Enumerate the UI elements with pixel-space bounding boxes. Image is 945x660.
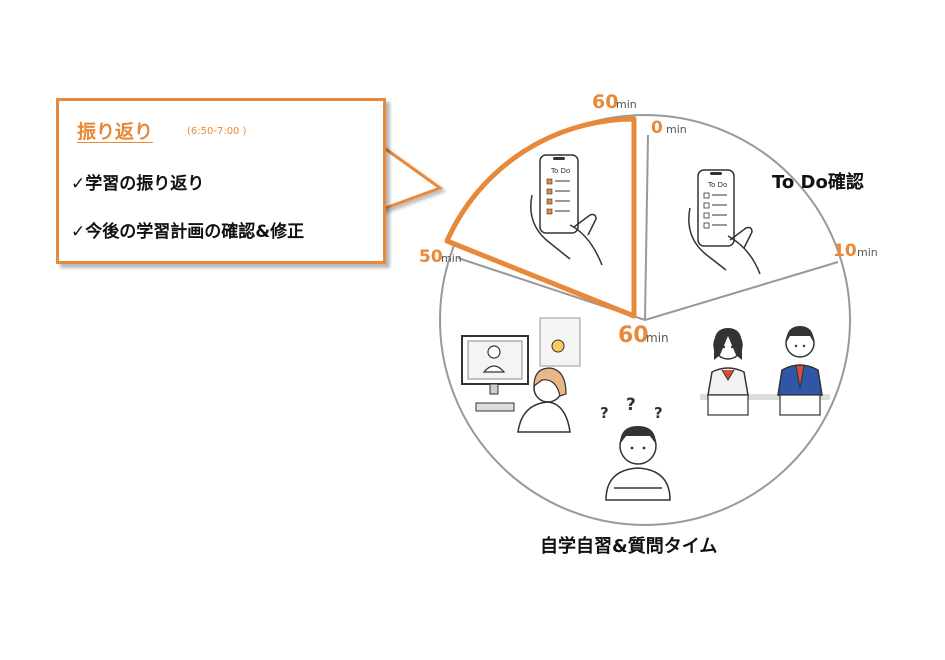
segment-label-self-study: 自学自習&質問タイム <box>540 535 717 557</box>
tick-60-center-number: 60 <box>618 323 649 348</box>
tick-50-unit: min <box>441 252 462 265</box>
segment-label-todo: To Do確認 <box>772 171 864 193</box>
confused-student-illustration: ? ? ? <box>600 395 671 501</box>
diagram-stage: To Do To Do ? ? ? 0 min 10 min 50 min 60… <box>0 0 945 656</box>
tick-60-center-unit: min <box>646 331 669 345</box>
tick-50-number: 50 <box>419 247 443 267</box>
phone-right-illustration: To Do <box>688 169 761 275</box>
phone-screen-title: To Do <box>550 167 570 175</box>
tick-60-top-unit: min <box>616 98 637 111</box>
divider-10min <box>644 261 839 321</box>
callout-pointer <box>378 142 444 213</box>
callout-title: 振り返り <box>77 121 154 143</box>
tick-60-top-number: 60 <box>592 91 618 113</box>
svg-text:?: ? <box>626 395 636 415</box>
svg-text:?: ? <box>600 404 609 422</box>
students-illustration <box>700 326 830 416</box>
tick-10-number: 10 <box>833 241 857 261</box>
tick-0-unit: min <box>666 123 687 136</box>
review-callout: 振り返り (6:50-7:00 ) ✓学習の振り返り ✓今後の学習計画の確認&修… <box>56 98 386 264</box>
phone-screen-title-2: To Do <box>707 181 727 189</box>
callout-item-1: ✓学習の振り返り <box>71 174 205 194</box>
tick-10-unit: min <box>857 246 878 259</box>
svg-text:?: ? <box>654 404 663 422</box>
tick-0-number: 0 <box>651 118 663 138</box>
divider-0min <box>644 134 649 321</box>
callout-item-2: ✓今後の学習計画の確認&修正 <box>71 222 305 242</box>
callout-time: (6:50-7:00 ) <box>187 126 247 137</box>
online-lesson-illustration <box>461 317 581 433</box>
